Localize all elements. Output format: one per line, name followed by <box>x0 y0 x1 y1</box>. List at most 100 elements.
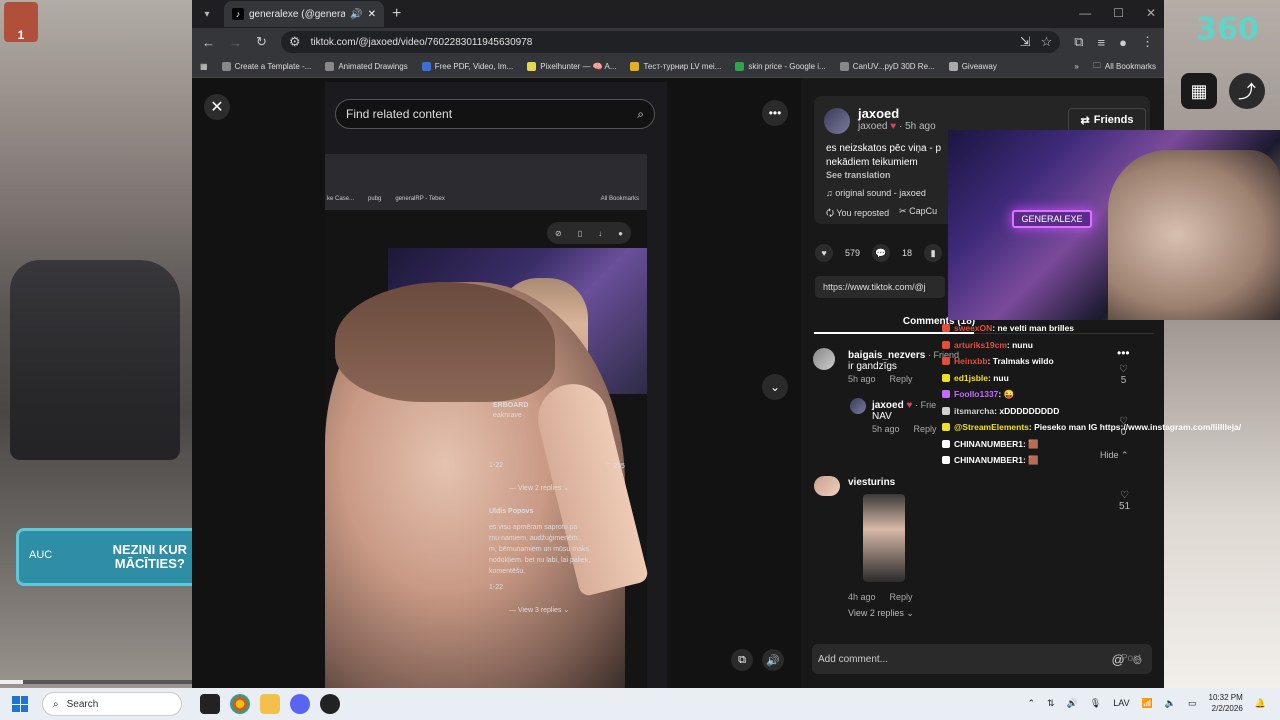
bookmark-item[interactable]: Pixelhunter — 🧠 A... <box>527 62 616 71</box>
bookmarks-bar: ▦ Create a Template -... Animated Drawin… <box>192 56 1164 78</box>
bookmark-star-icon[interactable]: ☆ <box>1041 34 1053 50</box>
wifi-icon[interactable]: 📶 <box>1142 698 1153 709</box>
all-bookmarks[interactable]: 🗀 All Bookmarks <box>1093 60 1156 74</box>
bookmark-item[interactable]: skin price - Google i... <box>735 62 826 71</box>
friends-button[interactable]: ⇄ Friends <box>1068 108 1146 132</box>
capcut-text: CapCu <box>909 206 938 216</box>
menu-icon[interactable]: ⋮ <box>1141 34 1154 50</box>
comment-avatar[interactable] <box>814 476 840 496</box>
tab-search-icon[interactable]: ▾ <box>198 5 216 23</box>
like-icon[interactable]: ♥ <box>815 244 833 262</box>
related-search-input[interactable]: Find related content ⌕ <box>335 99 655 129</box>
clock[interactable]: 10:32 PM 2/2/2026 <box>1209 692 1243 714</box>
comment-icon[interactable]: 💬 <box>872 244 891 262</box>
volume-tray-icon[interactable]: 🔊 <box>1067 698 1078 709</box>
bookmark-item[interactable]: Free PDF, Video, Im... <box>421 62 513 71</box>
media-icon[interactable]: ≡ <box>1098 35 1106 50</box>
install-icon[interactable]: ⇲ <box>1020 34 1031 50</box>
comment-user[interactable]: baigais_nezvers <box>848 350 925 361</box>
video-player[interactable]: Find related content ⌕ ke Case... pubg g… <box>325 82 667 688</box>
sound-link[interactable]: ♫ original sound - jaxoed <box>826 188 926 198</box>
inner-bookmark: ke Case... <box>327 196 355 202</box>
windows-start-icon[interactable] <box>12 696 28 712</box>
site-info-icon[interactable]: ⚙ <box>289 34 301 50</box>
webcam-overlay: GENERALEXE <box>948 130 1280 320</box>
bookmark-label: Animated Drawings <box>338 62 408 71</box>
forward-icon[interactable]: → <box>229 35 242 50</box>
reply-button[interactable]: Reply <box>890 374 913 384</box>
close-window-icon[interactable]: ✕ <box>1146 6 1156 20</box>
share-icon[interactable]: ⤴ <box>1229 73 1265 109</box>
task-view-icon[interactable] <box>200 694 220 714</box>
streamer-image <box>1108 150 1280 320</box>
bookmark-label: CanUV...pyD 30D Re... <box>852 62 935 71</box>
reply-avatar[interactable] <box>850 398 866 414</box>
bookmark-icon[interactable]: ▮ <box>924 244 943 262</box>
volume-icon[interactable]: 🔊 <box>762 649 784 671</box>
network-icon[interactable]: ⇅ <box>1047 698 1055 709</box>
apps-icon[interactable]: ▦ <box>200 62 208 71</box>
file-explorer-icon[interactable] <box>260 694 280 714</box>
post-button[interactable]: Post <box>1121 653 1141 664</box>
comment-avatar[interactable] <box>813 348 835 370</box>
reload-icon[interactable]: ↻ <box>256 34 267 50</box>
add-comment-input[interactable]: Add comment... @ ☺ <box>812 644 1152 674</box>
chat-message: CHINANUMBER1: 🟫 <box>942 452 1262 469</box>
back-icon[interactable]: ← <box>202 35 215 50</box>
tab-close-icon[interactable]: ✕ <box>368 9 376 20</box>
chrome-icon[interactable] <box>230 694 250 714</box>
search-icon: ⌕ <box>53 698 59 710</box>
comment-time: 4h ago <box>848 592 876 602</box>
bookmark-item[interactable]: CanUV...pyD 30D Re... <box>839 62 935 71</box>
profile-avatar[interactable]: ● <box>1119 35 1127 50</box>
grid-icon[interactable]: ▦ <box>1181 73 1217 109</box>
see-translation-link[interactable]: See translation <box>826 170 891 180</box>
bookmark-item[interactable]: Animated Drawings <box>325 62 408 71</box>
speaker-icon[interactable]: 🔈 <box>1165 698 1176 709</box>
taskbar-search-input[interactable]: ⌕ Search <box>42 692 182 716</box>
chevron-right-icon[interactable]: » <box>1074 62 1078 71</box>
address-bar[interactable]: ⚙ tiktok.com/@jaxoed/video/7602283011945… <box>280 31 1061 53</box>
search-icon[interactable]: ⌕ <box>637 107 644 122</box>
browser-tab[interactable]: ♪ generalexe (@generalexe) 🔊 ✕ <box>224 1 384 27</box>
share-link-field[interactable]: https://www.tiktok.com/@j <box>815 276 945 298</box>
reply-button[interactable]: Reply <box>890 592 913 602</box>
comment-video-thumbnail[interactable] <box>863 494 905 582</box>
language-indicator[interactable]: LAV <box>1113 698 1129 708</box>
more-options-button[interactable]: ••• <box>762 100 788 126</box>
bookmark-item[interactable]: Тест-турнир LV mei... <box>630 62 721 71</box>
extensions-icon[interactable]: ⧉ <box>1074 34 1083 50</box>
bookmark-item[interactable]: Create a Template -... <box>221 62 311 71</box>
microphone-icon[interactable]: 🎙 <box>1090 698 1101 709</box>
bookmark-item[interactable]: Giveaway <box>948 62 997 71</box>
reply-user[interactable]: jaxoed <box>872 400 904 411</box>
chat-badge-icon <box>942 406 950 415</box>
taskbar: ⌕ Search ⌃ ⇅ 🔊 🎙 LAV 📶 🔈 ▭ 10:32 PM 2/2/2… <box>0 688 1280 720</box>
chevron-up-icon[interactable]: ⌃ <box>1027 698 1035 709</box>
minimize-icon[interactable]: — <box>1079 6 1091 20</box>
close-video-button[interactable]: ✕ <box>204 94 230 120</box>
speaker-icon[interactable]: 🔊 <box>350 9 362 20</box>
notification-icon[interactable]: 🔔 <box>1255 698 1266 709</box>
chat-text: : ne velti man brilles <box>992 323 1075 333</box>
comment-user[interactable]: viesturins <box>848 477 895 488</box>
chat-message: arturiks19cm: nunu <box>942 337 1262 354</box>
pip-toggle-icon[interactable]: ⧉ <box>731 649 753 671</box>
video-comment-line: komentēšu. <box>489 568 526 575</box>
new-tab-button[interactable]: + <box>392 5 401 23</box>
battery-icon[interactable]: ▭ <box>1188 698 1197 709</box>
view-replies-button[interactable]: View 2 replies ⌄ <box>848 608 914 619</box>
capcut-link[interactable]: ✂ CapCu <box>899 206 937 222</box>
next-video-button[interactable]: ⌄ <box>762 374 788 400</box>
video-inner-browser: ke Case... pubg generalRP - Tebex All Bo… <box>325 154 647 210</box>
bookmark-favicon-icon <box>630 62 640 71</box>
reply-button[interactable]: Reply <box>914 424 937 434</box>
author-name[interactable]: jaxoed <box>858 106 936 121</box>
author-meta: jaxoed ♥ · 5h ago <box>858 121 936 132</box>
discord-icon[interactable] <box>290 694 310 714</box>
obs-icon[interactable] <box>320 694 340 714</box>
maximize-icon[interactable]: ☐ <box>1113 6 1124 20</box>
video-comment-body: es visu apmēram saprotu pa rnu namiem, a… <box>489 522 591 577</box>
author-avatar[interactable] <box>824 108 850 134</box>
comment-like[interactable]: ♡ 51 <box>1119 490 1130 512</box>
